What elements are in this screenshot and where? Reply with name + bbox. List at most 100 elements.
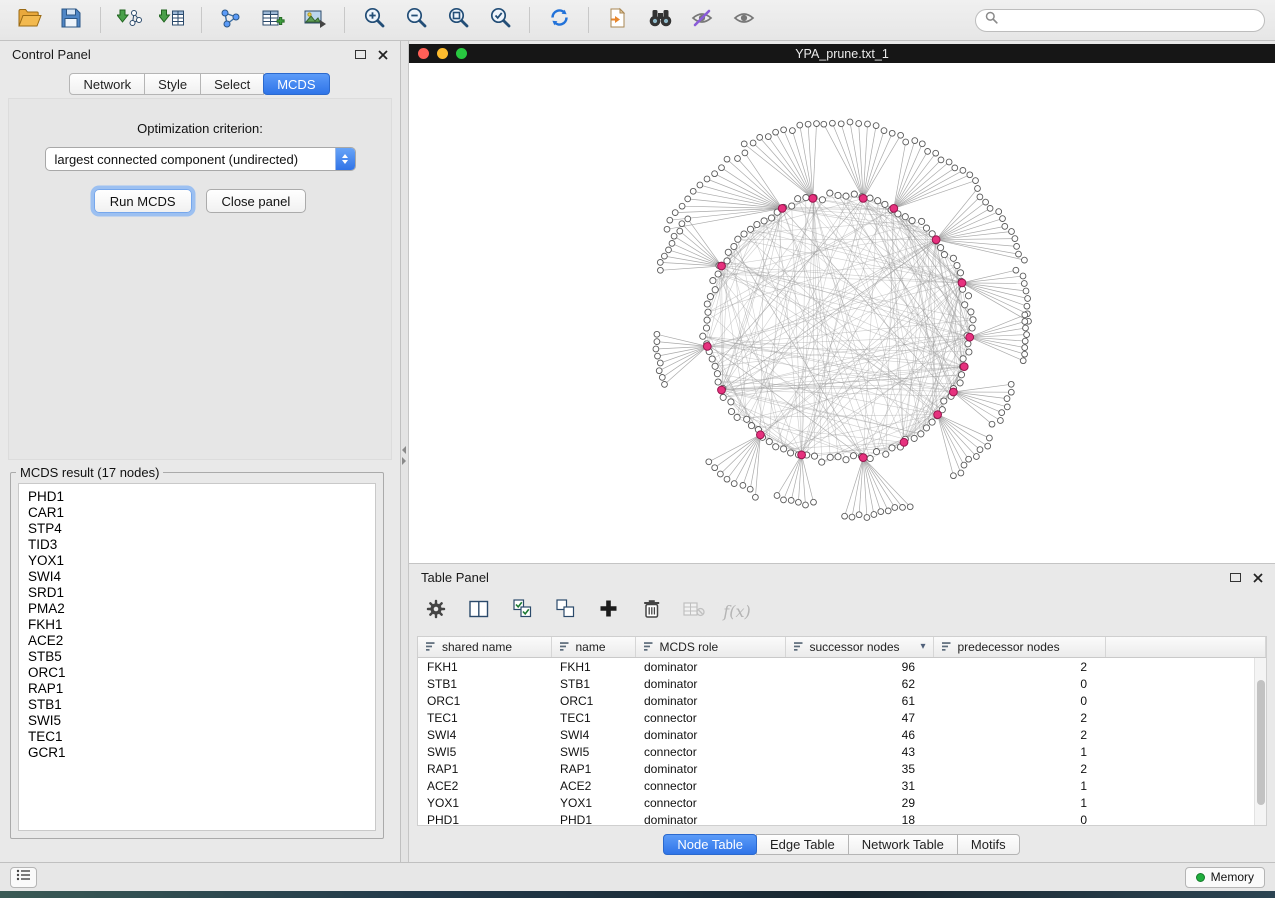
table-row[interactable]: TEC1TEC1connector472 (418, 709, 1266, 726)
result-item[interactable]: FKH1 (28, 617, 366, 633)
table-cell: 62 (785, 675, 933, 692)
new-table-button[interactable] (254, 4, 292, 36)
tab-network[interactable]: Network (69, 73, 145, 95)
window-zoom-icon[interactable] (456, 48, 467, 59)
table-row[interactable]: YOX1YOX1connector291 (418, 794, 1266, 811)
table-cell: STB1 (551, 675, 635, 692)
table-cell: connector (635, 743, 785, 760)
delete-button[interactable] (634, 596, 668, 626)
result-item[interactable]: PHD1 (28, 489, 366, 505)
refresh-button[interactable] (540, 4, 578, 36)
network-titlebar[interactable]: YPA_prune.txt_1 (409, 44, 1275, 63)
column-header-successor-nodes[interactable]: successor nodes▾ (785, 637, 933, 658)
optimization-criterion-select[interactable]: largest connected component (undirected) (45, 147, 356, 171)
result-item[interactable]: TEC1 (28, 729, 366, 745)
columns-icon (469, 600, 489, 623)
tab-edge-table[interactable]: Edge Table (756, 834, 849, 855)
show-graphics-details-button[interactable] (725, 4, 763, 36)
export-image-button[interactable] (296, 4, 334, 36)
result-item[interactable]: STB1 (28, 697, 366, 713)
table-cell: 96 (785, 658, 933, 676)
result-item[interactable]: PMA2 (28, 601, 366, 617)
result-item[interactable]: TID3 (28, 537, 366, 553)
table-cell: connector (635, 794, 785, 811)
show-column-button[interactable] (462, 596, 496, 626)
network-canvas[interactable] (409, 63, 1275, 563)
window-minimize-icon[interactable] (437, 48, 448, 59)
close-panel-icon[interactable] (378, 50, 388, 60)
result-item[interactable]: ORC1 (28, 665, 366, 681)
table-panel-header: Table Panel (409, 564, 1275, 591)
mcds-result-list[interactable]: PHD1CAR1STP4TID3YOX1SWI4SRD1PMA2FKH1ACE2… (18, 483, 376, 831)
search-input[interactable] (1004, 13, 1255, 27)
result-item[interactable]: RAP1 (28, 681, 366, 697)
result-item[interactable]: STB5 (28, 649, 366, 665)
zoom-fit-button[interactable] (439, 4, 477, 36)
control-panel-header: Control Panel (0, 41, 400, 68)
result-item[interactable]: ACE2 (28, 633, 366, 649)
result-item[interactable]: STP4 (28, 521, 366, 537)
add-row-button[interactable] (591, 596, 625, 626)
float-panel-icon[interactable] (355, 50, 366, 59)
result-item[interactable]: GCR1 (28, 745, 366, 761)
node-table[interactable]: shared namenameMCDS rolesuccessor nodes▾… (417, 636, 1267, 826)
tab-style[interactable]: Style (144, 73, 201, 95)
result-item[interactable]: CAR1 (28, 505, 366, 521)
column-header-name[interactable]: name (551, 637, 635, 658)
memory-label: Memory (1211, 870, 1254, 884)
share-document-button[interactable] (599, 4, 637, 36)
scrollbar-thumb[interactable] (1257, 680, 1265, 805)
mcds-result-title: MCDS result (17 nodes) (16, 465, 163, 480)
table-row[interactable]: ACE2ACE2connector311 (418, 777, 1266, 794)
close-panel-button[interactable]: Close panel (206, 189, 307, 213)
float-panel-icon[interactable] (1230, 573, 1241, 582)
column-header-predecessor-nodes[interactable]: predecessor nodes (933, 637, 1105, 658)
result-item[interactable]: YOX1 (28, 553, 366, 569)
select-all-button[interactable] (505, 596, 539, 626)
tab-network-table[interactable]: Network Table (848, 834, 958, 855)
table-cell: 29 (785, 794, 933, 811)
zoom-selected-button[interactable] (481, 4, 519, 36)
tab-mcds[interactable]: MCDS (263, 73, 329, 95)
save-session-button[interactable] (52, 4, 90, 36)
import-network-button[interactable] (111, 4, 149, 36)
result-item[interactable]: SRD1 (28, 585, 366, 601)
search-network-button[interactable] (641, 4, 679, 36)
run-mcds-button[interactable]: Run MCDS (94, 189, 192, 213)
tab-select[interactable]: Select (200, 73, 264, 95)
panel-splitter[interactable] (401, 41, 409, 862)
table-cell: dominator (635, 726, 785, 743)
deselect-all-button[interactable] (548, 596, 582, 626)
close-panel-icon[interactable] (1253, 573, 1263, 583)
sort-icon (559, 641, 570, 652)
result-item[interactable]: SWI5 (28, 713, 366, 729)
table-row[interactable]: RAP1RAP1dominator352 (418, 760, 1266, 777)
table-row[interactable]: SWI4SWI4dominator462 (418, 726, 1266, 743)
open-session-button[interactable] (10, 4, 48, 36)
table-cell-filler (1105, 811, 1266, 826)
table-row[interactable]: STB1STB1dominator620 (418, 675, 1266, 692)
window-close-icon[interactable] (418, 48, 429, 59)
zoom-in-button[interactable] (355, 4, 393, 36)
result-item[interactable]: SWI4 (28, 569, 366, 585)
import-table-button[interactable] (153, 4, 191, 36)
table-row[interactable]: SWI5SWI5connector431 (418, 743, 1266, 760)
new-network-button[interactable] (212, 4, 250, 36)
task-list-icon (16, 868, 31, 886)
tab-node-table[interactable]: Node Table (663, 834, 757, 855)
column-header-shared-name[interactable]: shared name (418, 637, 551, 658)
table-settings-button[interactable] (419, 596, 453, 626)
table-row[interactable]: ORC1ORC1dominator610 (418, 692, 1266, 709)
splitter-handle-icon[interactable] (402, 446, 406, 465)
memory-button[interactable]: Memory (1185, 867, 1265, 888)
zoom-out-button[interactable] (397, 4, 435, 36)
table-row[interactable]: FKH1FKH1dominator962 (418, 658, 1266, 676)
table-row[interactable]: PHD1PHD1dominator180 (418, 811, 1266, 826)
task-history-button[interactable] (10, 867, 37, 888)
network-graph-svg[interactable] (409, 63, 1275, 563)
column-header-MCDS-role[interactable]: MCDS role (635, 637, 785, 658)
hide-graphics-details-button[interactable] (683, 4, 721, 36)
table-scrollbar[interactable] (1254, 658, 1266, 825)
search-field[interactable] (975, 9, 1265, 32)
tab-motifs[interactable]: Motifs (957, 834, 1020, 855)
